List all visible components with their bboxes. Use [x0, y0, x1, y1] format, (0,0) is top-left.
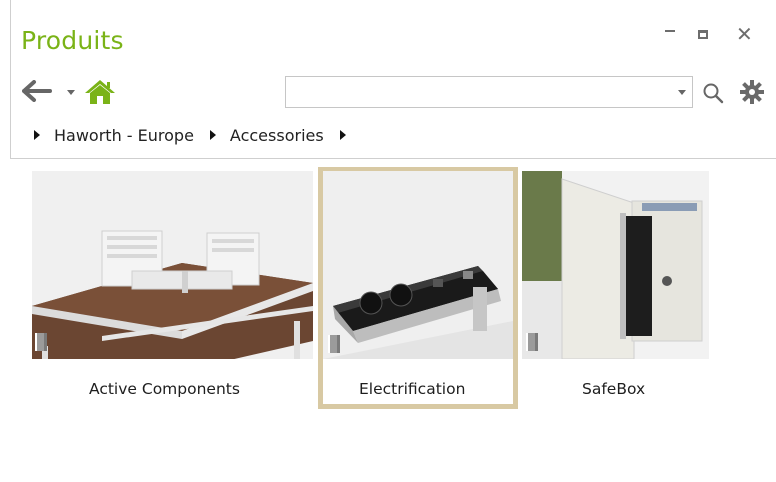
maximize-button[interactable] — [698, 30, 708, 39]
window-title: Produits — [21, 26, 124, 55]
document-icon — [328, 335, 340, 353]
breadcrumb: Haworth - Europe Accessories — [34, 124, 346, 146]
breadcrumb-separator-icon[interactable] — [209, 130, 216, 140]
home-button[interactable] — [84, 79, 116, 109]
product-label: Active Components — [89, 380, 240, 398]
arrow-left-icon — [22, 80, 52, 102]
product-tile-safebox[interactable]: SafeBox — [522, 159, 712, 404]
product-label: SafeBox — [582, 380, 646, 398]
breadcrumb-item-haworth-europe[interactable]: Haworth - Europe — [54, 126, 194, 145]
breadcrumb-separator-icon[interactable] — [34, 130, 40, 140]
settings-button[interactable] — [740, 80, 764, 108]
minimize-button[interactable] — [665, 30, 675, 32]
chevron-down-icon[interactable] — [678, 90, 686, 95]
history-dropdown-button[interactable] — [67, 90, 75, 95]
product-image-safebox — [522, 171, 709, 359]
back-button[interactable] — [22, 80, 52, 106]
search-button[interactable] — [702, 82, 724, 108]
product-tile-active-components[interactable]: Active Components — [32, 159, 317, 419]
gear-icon — [740, 80, 764, 104]
search-input[interactable] — [290, 81, 674, 105]
breadcrumb-separator-icon[interactable] — [339, 130, 346, 140]
search-icon — [703, 83, 724, 104]
product-grid: Active Components Electrification SafeBo… — [10, 158, 776, 472]
home-icon — [85, 80, 115, 104]
breadcrumb-item-accessories[interactable]: Accessories — [230, 126, 324, 145]
product-image-electrification — [323, 171, 513, 359]
close-button[interactable]: ✕ — [736, 24, 753, 44]
document-icon — [526, 333, 538, 351]
product-tile-electrification[interactable]: Electrification — [323, 159, 513, 404]
search-combobox[interactable] — [285, 76, 693, 108]
document-icon — [35, 333, 47, 351]
product-image-active-components — [32, 171, 313, 359]
product-label: Electrification — [359, 380, 466, 398]
